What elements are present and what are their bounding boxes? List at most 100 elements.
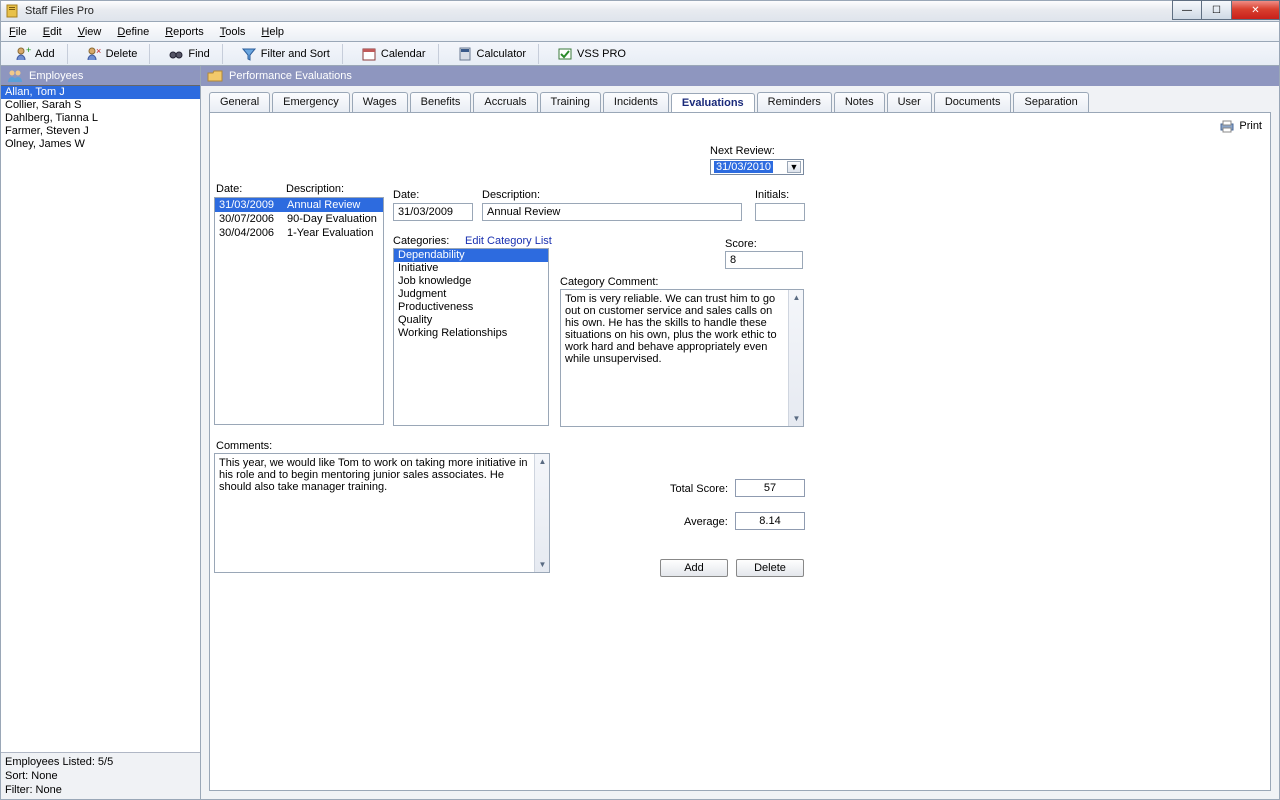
toolbar-add[interactable]: + Add <box>7 44 63 64</box>
eval-desc: 1-Year Evaluation <box>283 226 383 240</box>
tab-documents[interactable]: Documents <box>934 92 1012 112</box>
toolbar-delete[interactable]: × Delete <box>78 44 146 64</box>
status-filter: Filter: None <box>5 783 196 797</box>
eval-date: 30/07/2006 <box>215 212 283 226</box>
next-review-label: Next Review: <box>710 145 775 157</box>
evaluation-row[interactable]: 31/03/2009Annual Review <box>215 198 383 212</box>
categories-label: Categories: <box>393 235 449 247</box>
employee-item[interactable]: Farmer, Steven J <box>1 125 200 138</box>
comments-box[interactable]: This year, we would like Tom to work on … <box>214 453 550 573</box>
window-controls: — ☐ ✕ <box>1172 0 1280 20</box>
print-link[interactable]: Print <box>1219 119 1262 133</box>
employee-item[interactable]: Olney, James W <box>1 138 200 151</box>
toolbar-calculator[interactable]: Calculator <box>449 44 535 64</box>
toolbar-sep <box>538 44 539 64</box>
employee-item[interactable]: Allan, Tom J <box>1 86 200 99</box>
category-item[interactable]: Dependability <box>394 249 548 262</box>
minimize-button[interactable]: — <box>1172 0 1202 20</box>
categories-list[interactable]: DependabilityInitiativeJob knowledgeJudg… <box>393 248 549 426</box>
category-item[interactable]: Working Relationships <box>394 327 548 340</box>
evaluation-row[interactable]: 30/07/200690-Day Evaluation <box>215 212 383 226</box>
delete-button[interactable]: Delete <box>736 559 804 577</box>
app-shortcut-icon <box>557 46 573 62</box>
employee-item[interactable]: Dahlberg, Tianna L <box>1 112 200 125</box>
toolbar-vss[interactable]: VSS PRO <box>549 44 634 64</box>
evaluation-row[interactable]: 30/04/20061-Year Evaluation <box>215 226 383 240</box>
status-listed: Employees Listed: 5/5 <box>5 755 196 769</box>
employee-item[interactable]: Collier, Sarah S <box>1 99 200 112</box>
scroll-up-icon[interactable]: ▲ <box>789 290 804 305</box>
initials-input[interactable] <box>755 203 805 221</box>
next-review-select[interactable]: 31/03/2010 ▼ <box>710 159 804 175</box>
sidebar-status: Employees Listed: 5/5 Sort: None Filter:… <box>1 752 200 799</box>
category-item[interactable]: Initiative <box>394 262 548 275</box>
toolbar-sep <box>438 44 439 64</box>
scroll-down-icon[interactable]: ▼ <box>789 411 804 426</box>
evaluations-list[interactable]: 31/03/2009Annual Review30/07/200690-Day … <box>214 197 384 425</box>
menu-edit[interactable]: Edit <box>35 24 70 40</box>
cat-comment-label: Category Comment: <box>560 276 658 288</box>
tab-evaluations[interactable]: Evaluations <box>671 93 755 113</box>
category-item[interactable]: Productiveness <box>394 301 548 314</box>
eval-desc: 90-Day Evaluation <box>283 212 383 226</box>
toolbar-calendar[interactable]: Calendar <box>353 44 434 64</box>
maximize-button[interactable]: ☐ <box>1202 0 1232 20</box>
tab-reminders[interactable]: Reminders <box>757 92 832 112</box>
menu-help[interactable]: Help <box>253 24 292 40</box>
person-add-icon: + <box>15 46 31 62</box>
tab-user[interactable]: User <box>887 92 932 112</box>
score-input[interactable]: 8 <box>725 251 803 269</box>
category-item[interactable]: Job knowledge <box>394 275 548 288</box>
scroll-down-icon[interactable]: ▼ <box>535 557 550 572</box>
toolbar-delete-label: Delete <box>106 48 138 60</box>
cat-comment-box[interactable]: Tom is very reliable. We can trust him t… <box>560 289 804 427</box>
desc-input[interactable]: Annual Review <box>482 203 742 221</box>
status-sort: Sort: None <box>5 769 196 783</box>
sidebar-header: Employees <box>1 66 200 86</box>
sidebar-title: Employees <box>29 70 83 82</box>
category-item[interactable]: Quality <box>394 314 548 327</box>
add-button[interactable]: Add <box>660 559 728 577</box>
menu-define[interactable]: Define <box>109 24 157 40</box>
tab-incidents[interactable]: Incidents <box>603 92 669 112</box>
print-label: Print <box>1239 120 1262 132</box>
content-title: Performance Evaluations <box>229 70 352 82</box>
menubar: File Edit View Define Reports Tools Help <box>0 22 1280 42</box>
toolbar-filter[interactable]: Filter and Sort <box>233 44 338 64</box>
funnel-icon <box>241 46 257 62</box>
evaluations-pane: Print Next Review: 31/03/2010 ▼ Date: De… <box>209 112 1271 791</box>
calculator-icon <box>457 46 473 62</box>
tab-wages[interactable]: Wages <box>352 92 408 112</box>
scrollbar[interactable]: ▲ ▼ <box>788 290 803 426</box>
cat-comment-text: Tom is very reliable. We can trust him t… <box>565 293 777 365</box>
tab-accruals[interactable]: Accruals <box>473 92 537 112</box>
scrollbar[interactable]: ▲ ▼ <box>534 454 549 572</box>
date-input[interactable]: 31/03/2009 <box>393 203 473 221</box>
tab-strip: GeneralEmergencyWagesBenefitsAccrualsTra… <box>201 86 1279 112</box>
tab-notes[interactable]: Notes <box>834 92 885 112</box>
menu-reports[interactable]: Reports <box>157 24 212 40</box>
tab-general[interactable]: General <box>209 92 270 112</box>
edit-categories-link[interactable]: Edit Category List <box>465 235 552 247</box>
category-item[interactable]: Judgment <box>394 288 548 301</box>
person-delete-icon: × <box>86 46 102 62</box>
menu-file[interactable]: File <box>1 24 35 40</box>
employee-list[interactable]: Allan, Tom JCollier, Sarah SDahlberg, Ti… <box>1 86 200 752</box>
toolbar-find[interactable]: Find <box>160 44 217 64</box>
toolbar-sep <box>149 44 150 64</box>
tab-emergency[interactable]: Emergency <box>272 92 350 112</box>
toolbar-add-label: Add <box>35 48 55 60</box>
tab-training[interactable]: Training <box>540 92 601 112</box>
toolbar-sep <box>67 44 68 64</box>
window-title: Staff Files Pro <box>25 5 94 17</box>
menu-view[interactable]: View <box>70 24 110 40</box>
chevron-down-icon: ▼ <box>787 161 801 173</box>
tab-separation[interactable]: Separation <box>1013 92 1088 112</box>
tab-benefits[interactable]: Benefits <box>410 92 472 112</box>
close-button[interactable]: ✕ <box>1232 0 1280 20</box>
menu-tools[interactable]: Tools <box>212 24 254 40</box>
scroll-up-icon[interactable]: ▲ <box>535 454 550 469</box>
eval-date: 30/04/2006 <box>215 226 283 240</box>
binoculars-icon <box>168 46 184 62</box>
svg-text:+: + <box>26 46 31 55</box>
